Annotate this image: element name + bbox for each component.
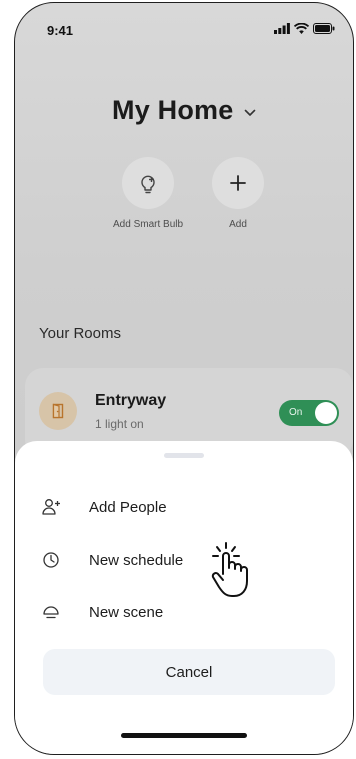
room-name: Entryway bbox=[95, 392, 167, 409]
page-title: My Home bbox=[112, 95, 234, 125]
phone-frame: 9:41 My Home Add Smart Bulb Add Your Roo… bbox=[14, 2, 354, 755]
chevron-down-icon bbox=[244, 109, 256, 116]
lamp-icon bbox=[41, 602, 61, 622]
add-smart-bulb-circle bbox=[122, 157, 175, 209]
cancel-button[interactable]: Cancel bbox=[43, 649, 335, 695]
bulb-plus-icon bbox=[141, 175, 155, 194]
menu-item-new-scene[interactable]: New scene bbox=[15, 592, 353, 632]
toggle-label: On bbox=[289, 407, 303, 418]
plus-icon bbox=[230, 175, 246, 191]
menu-item-label: New schedule bbox=[89, 551, 184, 569]
menu-item-new-schedule[interactable]: New schedule bbox=[15, 540, 353, 580]
add-smart-bulb-button[interactable]: Add Smart Bulb bbox=[113, 157, 183, 230]
sheet-handle[interactable] bbox=[164, 453, 204, 458]
menu-item-add-people[interactable]: Add People bbox=[15, 487, 353, 527]
status-time: 9:41 bbox=[47, 23, 74, 38]
wifi-icon bbox=[294, 23, 309, 34]
tap-hand-icon bbox=[211, 542, 248, 597]
status-bar: 9:41 bbox=[15, 3, 353, 51]
signal-icon bbox=[274, 23, 290, 34]
add-label: Add bbox=[229, 219, 247, 230]
status-icons bbox=[274, 23, 335, 34]
toggle-knob bbox=[315, 402, 337, 424]
add-person-icon bbox=[41, 497, 61, 517]
home-indicator bbox=[121, 733, 247, 738]
clock-icon bbox=[41, 550, 61, 570]
room-status: 1 light on bbox=[95, 417, 144, 431]
rooms-heading: Your Rooms bbox=[39, 325, 121, 342]
action-sheet: Add People New schedule New scene Cancel bbox=[15, 441, 353, 754]
add-circle bbox=[212, 157, 264, 209]
add-button[interactable]: Add bbox=[212, 157, 264, 230]
door-icon bbox=[52, 403, 64, 419]
add-smart-bulb-label: Add Smart Bulb bbox=[113, 219, 184, 230]
home-selector[interactable]: My Home bbox=[15, 95, 353, 126]
room-icon bbox=[39, 392, 77, 430]
room-toggle[interactable]: On bbox=[279, 400, 339, 426]
battery-icon bbox=[313, 23, 335, 34]
menu-item-label: Add People bbox=[89, 498, 167, 516]
menu-item-label: New scene bbox=[89, 603, 164, 621]
